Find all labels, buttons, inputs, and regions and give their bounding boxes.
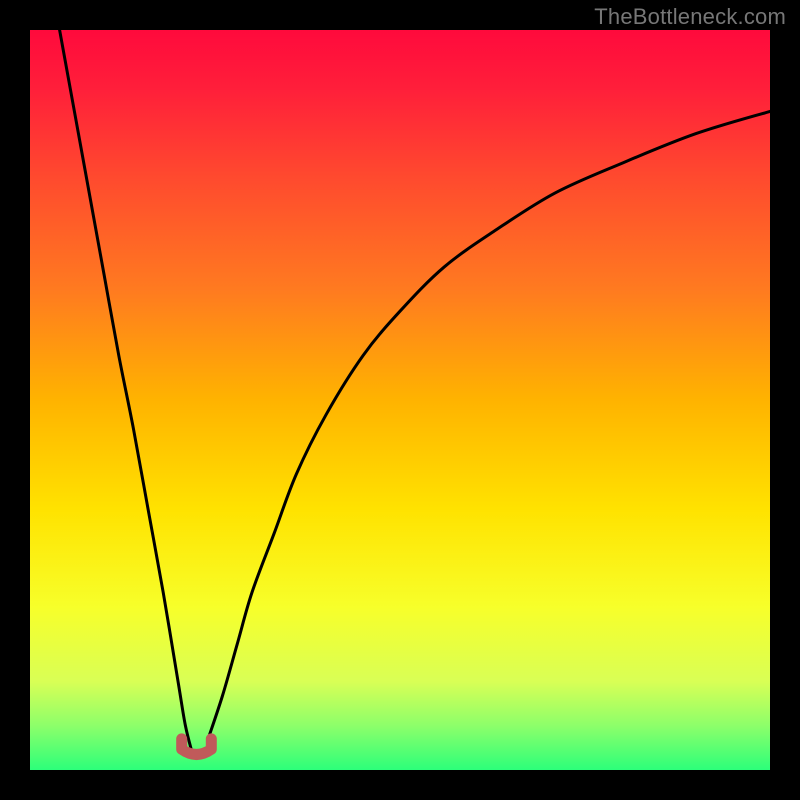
chart-frame: TheBottleneck.com bbox=[0, 0, 800, 800]
bottleneck-chart bbox=[0, 0, 800, 800]
watermark-text: TheBottleneck.com bbox=[594, 4, 786, 30]
heatmap-background bbox=[30, 30, 770, 770]
